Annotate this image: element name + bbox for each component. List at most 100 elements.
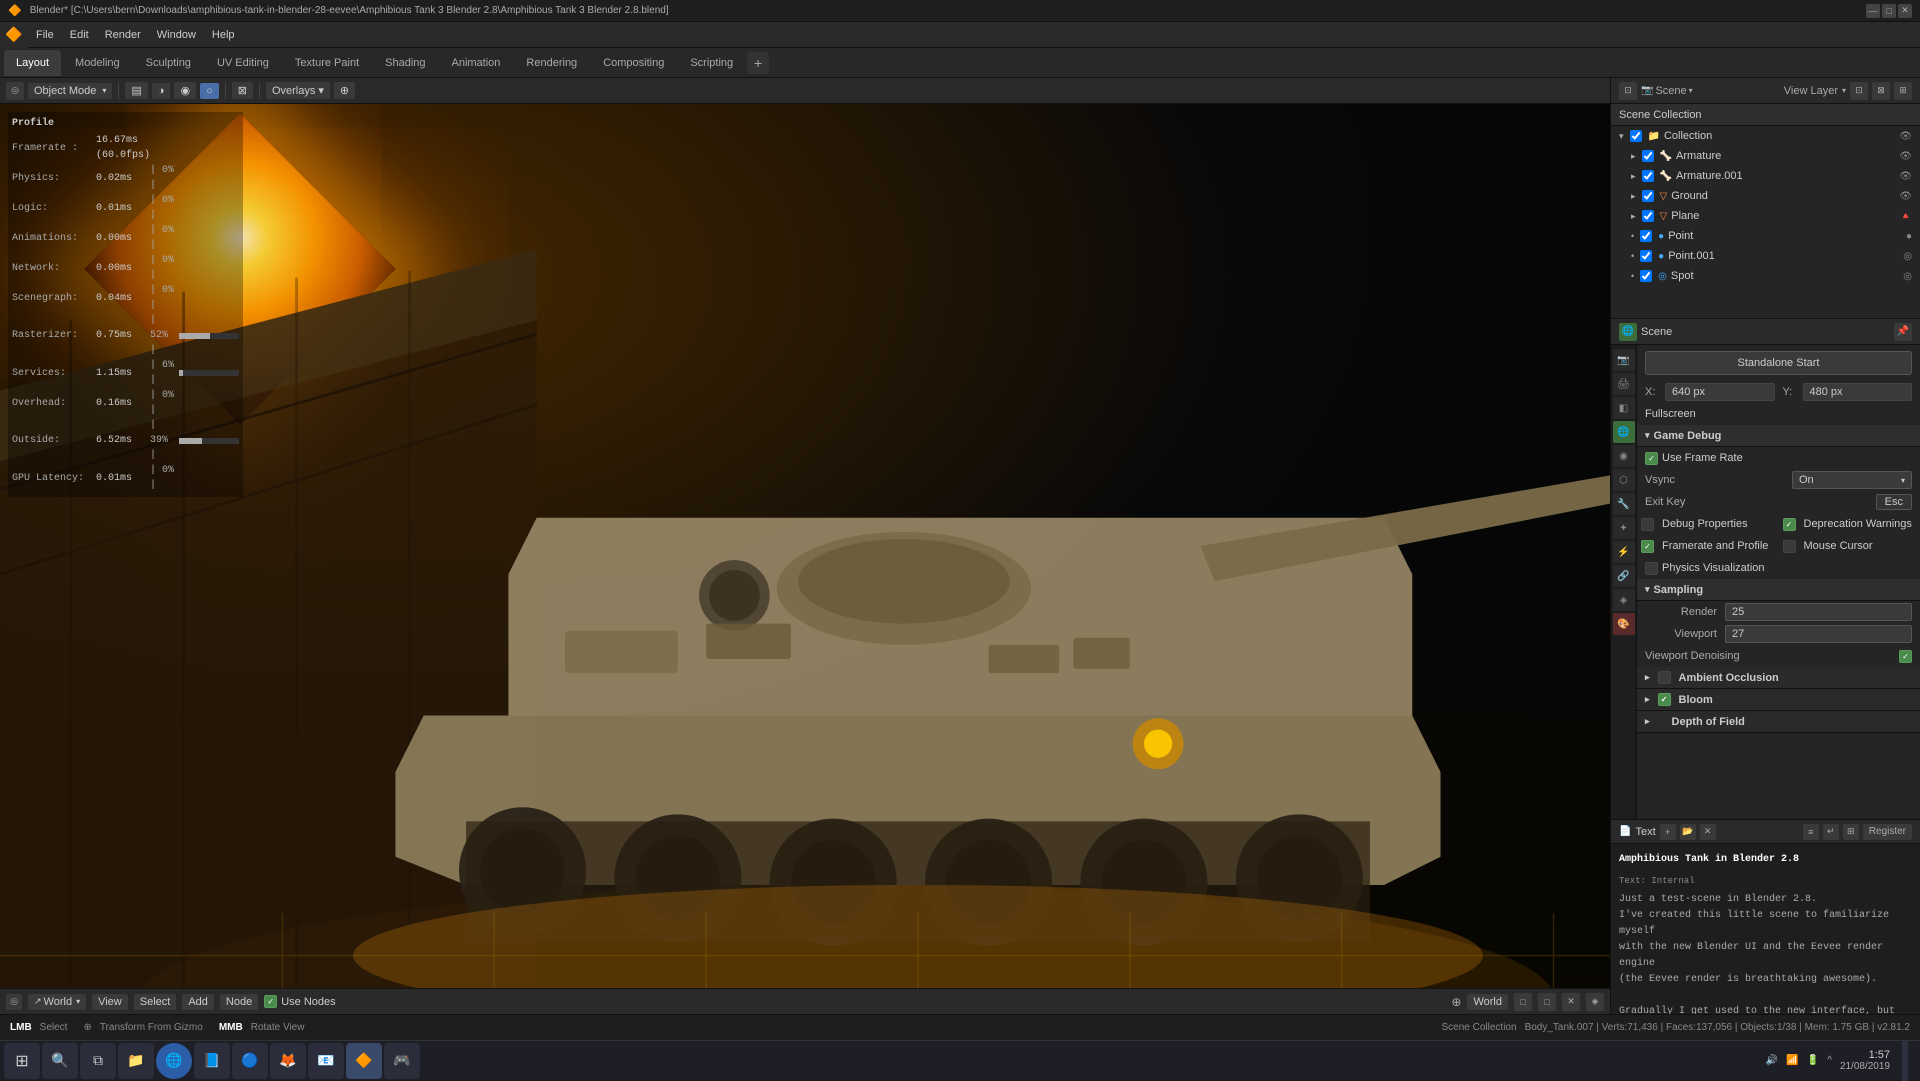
game-debug-section[interactable]: ▾ Game Debug: [1637, 425, 1920, 447]
outliner-item-plane[interactable]: ▸ ▽ Plane 🔺: [1611, 206, 1920, 226]
pivot-icon[interactable]: ⊕: [1451, 995, 1461, 1009]
task-view-btn[interactable]: ⧉: [80, 1043, 116, 1079]
framerate-checkbox[interactable]: ✓: [1641, 540, 1654, 553]
props-icon-data[interactable]: ◈: [1613, 589, 1635, 611]
gizmo-btn[interactable]: ⊕: [334, 82, 355, 99]
props-icon-constraints[interactable]: 🔗: [1613, 565, 1635, 587]
transform-mode-btn[interactable]: ↗ World ▾: [28, 994, 86, 1010]
world2-dropdown[interactable]: World: [1467, 994, 1508, 1010]
tab-shading[interactable]: Shading: [373, 50, 437, 76]
view-layer-dropdown[interactable]: ▾: [1842, 86, 1846, 95]
menu-render[interactable]: Render: [97, 22, 149, 48]
taskbar-app5[interactable]: 🎮: [384, 1043, 420, 1079]
tab-rendering[interactable]: Rendering: [514, 50, 589, 76]
tab-modeling[interactable]: Modeling: [63, 50, 132, 76]
sys-icon2[interactable]: 📶: [1786, 1055, 1798, 1066]
view-btn[interactable]: View: [92, 994, 128, 1010]
viewport-sampling-value[interactable]: 27: [1725, 625, 1912, 643]
close-btn[interactable]: ✕: [1898, 4, 1912, 18]
viewport-shading-solid[interactable]: ◑: [152, 83, 171, 99]
text-new-btn[interactable]: +: [1660, 824, 1676, 840]
overlays-btn[interactable]: Overlays ▾: [266, 82, 330, 99]
tab-uv-editing[interactable]: UV Editing: [205, 50, 281, 76]
sys-icon3[interactable]: 🔋: [1807, 1055, 1819, 1066]
props-icon-scene[interactable]: 🌐: [1613, 421, 1635, 443]
tab-animation[interactable]: Animation: [440, 50, 513, 76]
tab-sculpting[interactable]: Sculpting: [134, 50, 203, 76]
vsync-dropdown[interactable]: On ▾: [1792, 471, 1912, 489]
scene-dropdown-icon[interactable]: ⊡: [1619, 82, 1637, 100]
viewport-shading-rendered[interactable]: ○: [200, 83, 219, 99]
taskbar-browser[interactable]: 🌐: [156, 1043, 192, 1079]
viewport-icon3[interactable]: ✕: [1562, 993, 1580, 1011]
spot-vis-checkbox[interactable]: [1640, 270, 1652, 282]
sampling-section[interactable]: ▾ Sampling: [1637, 579, 1920, 601]
menu-edit[interactable]: Edit: [62, 22, 97, 48]
menu-help[interactable]: Help: [204, 22, 243, 48]
taskbar-app1[interactable]: 🔵: [232, 1043, 268, 1079]
rp-icon2[interactable]: ⊠: [1872, 82, 1890, 100]
menu-window[interactable]: Window: [149, 22, 204, 48]
props-icon-view-layer[interactable]: ◧: [1613, 397, 1635, 419]
debug-props-checkbox[interactable]: [1641, 518, 1654, 531]
text-open-btn[interactable]: 📂: [1680, 824, 1696, 840]
props-icon-output[interactable]: 🖨: [1613, 373, 1635, 395]
taskbar-file[interactable]: 📁: [118, 1043, 154, 1079]
show-desktop-btn[interactable]: [1902, 1041, 1908, 1081]
xray-toggle[interactable]: ⊠: [232, 82, 253, 99]
props-icon-active[interactable]: 🌐: [1619, 323, 1637, 341]
props-icon-material[interactable]: 🎨: [1613, 613, 1635, 635]
scene-dropdown[interactable]: 📷 Scene ▾: [1641, 85, 1693, 97]
props-icon-modifier[interactable]: 🔧: [1613, 493, 1635, 515]
armature001-vis-checkbox[interactable]: [1642, 170, 1654, 182]
outliner-item-collection[interactable]: ▾ 📁 Collection 👁: [1611, 126, 1920, 146]
bloom-checkbox[interactable]: ✓: [1658, 693, 1671, 706]
armature-vis-checkbox[interactable]: [1642, 150, 1654, 162]
text-line-numbers-btn[interactable]: ≡: [1803, 824, 1819, 840]
dof-section[interactable]: ▸ Depth of Field: [1637, 711, 1920, 733]
y-value[interactable]: 480 px: [1803, 383, 1913, 401]
render-sampling-value[interactable]: 25: [1725, 603, 1912, 621]
props-icon-render[interactable]: 📷: [1613, 349, 1635, 371]
viewport-3d[interactable]: Profile Framerate : 16.67ms (60.0fps) Ph…: [0, 104, 1610, 988]
viewport-icon1[interactable]: □: [1514, 993, 1532, 1011]
node-btn[interactable]: Node: [220, 994, 258, 1010]
taskbar-app2[interactable]: 🦊: [270, 1043, 306, 1079]
add-btn[interactable]: Add: [182, 994, 214, 1010]
plane-vis-checkbox[interactable]: [1642, 210, 1654, 222]
bloom-section[interactable]: ▸ ✓ Bloom: [1637, 689, 1920, 711]
mode-select-icon[interactable]: ◎: [6, 994, 22, 1010]
tab-scripting[interactable]: Scripting: [678, 50, 745, 76]
taskbar-blender[interactable]: 🔶: [346, 1043, 382, 1079]
outliner-item-point001[interactable]: • ● Point.001 ◎: [1611, 246, 1920, 266]
outliner-item-ground[interactable]: ▸ ▽ Ground 👁: [1611, 186, 1920, 206]
deprecation-checkbox[interactable]: ✓: [1783, 518, 1796, 531]
x-value[interactable]: 640 px: [1665, 383, 1775, 401]
tab-layout[interactable]: Layout: [4, 50, 61, 76]
text-syntax-btn[interactable]: ⊞: [1843, 824, 1859, 840]
point-vis-checkbox[interactable]: [1640, 230, 1652, 242]
taskbar-edge[interactable]: 📘: [194, 1043, 230, 1079]
props-icon-object[interactable]: ⬡: [1613, 469, 1635, 491]
props-icon-world[interactable]: ◉: [1613, 445, 1635, 467]
minimize-btn[interactable]: —: [1866, 4, 1880, 18]
object-mode-dropdown[interactable]: Object Mode ▾: [28, 83, 112, 99]
rp-icon1[interactable]: ⊡: [1850, 82, 1868, 100]
rp-filter[interactable]: ⊞: [1894, 82, 1912, 100]
sys-chevron[interactable]: ^: [1827, 1055, 1832, 1066]
viewport-shading-material[interactable]: ◉: [174, 82, 196, 99]
denoising-checkbox[interactable]: ✓: [1899, 650, 1912, 663]
viewport-icon4[interactable]: ◈: [1586, 993, 1604, 1011]
use-nodes-checkbox[interactable]: ✓ Use Nodes: [264, 995, 335, 1008]
select-btn[interactable]: Select: [134, 994, 177, 1010]
viewport-icon2[interactable]: □: [1538, 993, 1556, 1011]
ground-vis-checkbox[interactable]: [1642, 190, 1654, 202]
outliner-item-armature[interactable]: ▸ 🦴 Armature 👁: [1611, 146, 1920, 166]
ao-checkbox[interactable]: [1658, 671, 1671, 684]
mouse-cursor-checkbox[interactable]: [1783, 540, 1796, 553]
viewport-shading-wire[interactable]: ▤: [125, 82, 147, 99]
taskbar-app3[interactable]: 📧: [308, 1043, 344, 1079]
props-icon-particles[interactable]: ✦: [1613, 517, 1635, 539]
use-frame-rate-checkbox[interactable]: ✓: [1645, 452, 1658, 465]
standalone-start-btn[interactable]: Standalone Start: [1645, 351, 1912, 375]
